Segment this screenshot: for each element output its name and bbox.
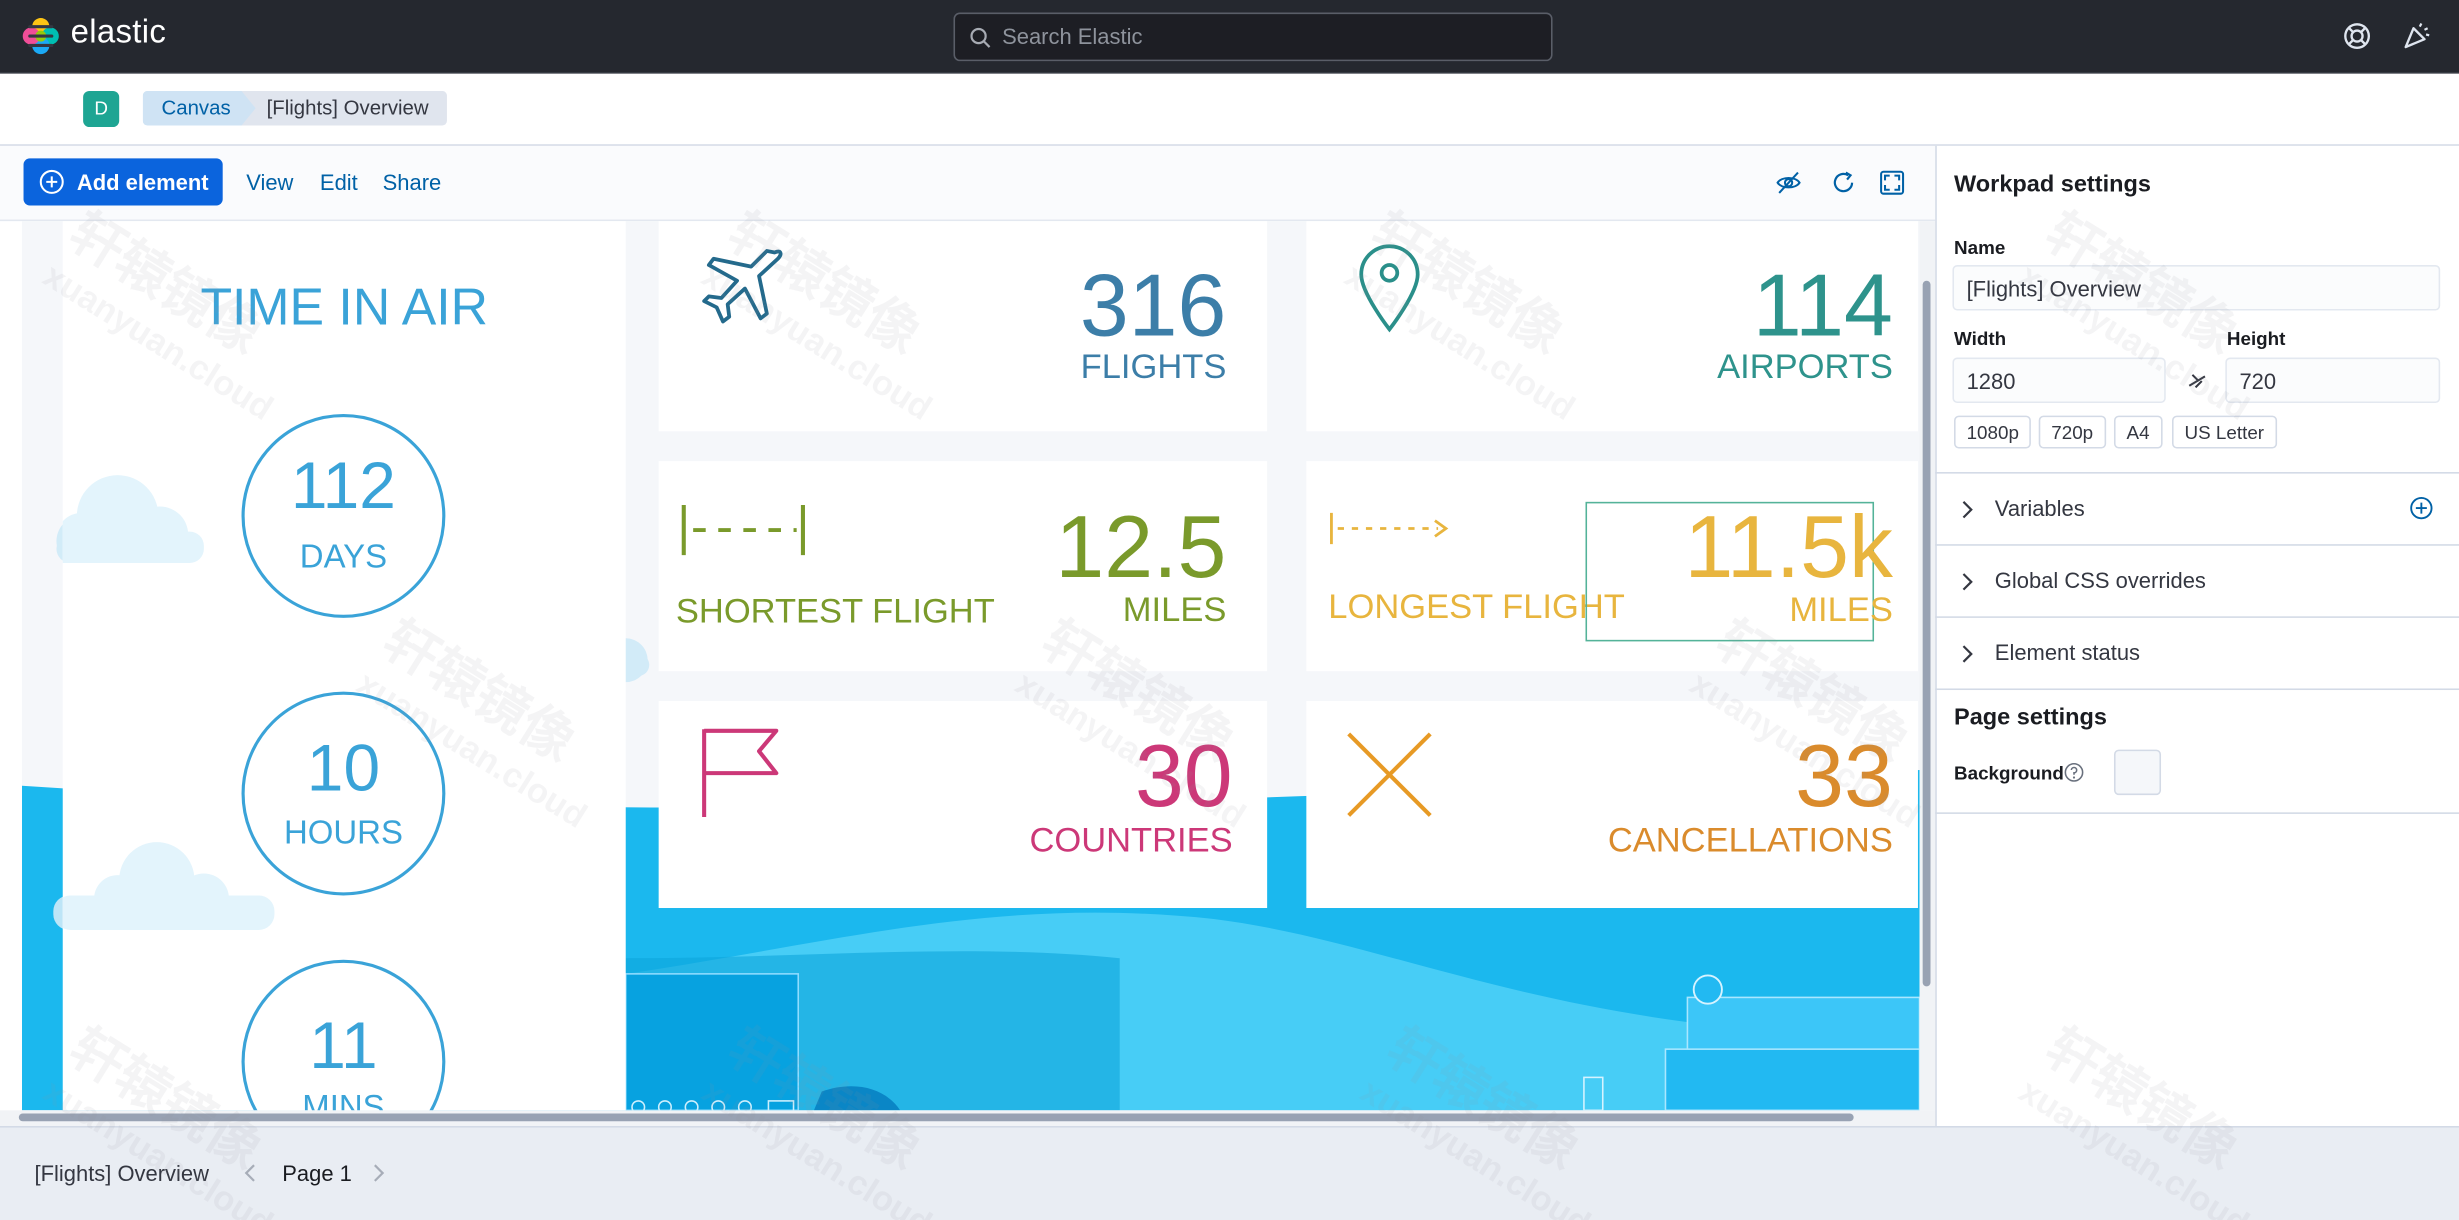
countries-label: COUNTRIES — [1029, 820, 1233, 860]
workpad-settings-title: Workpad settings — [1954, 170, 2151, 198]
global-css-label: Global CSS overrides — [1994, 567, 2206, 593]
global-search[interactable]: Search Elastic — [953, 12, 1553, 62]
airplane-icon — [702, 249, 783, 324]
menu-icon[interactable] — [28, 25, 54, 48]
countries-card[interactable]: 30 COUNTRIES — [658, 701, 1268, 909]
preset-720p[interactable]: 720p — [2038, 415, 2106, 449]
preset-a4[interactable]: A4 — [2113, 415, 2163, 449]
variables-label: Variables — [1994, 495, 2085, 521]
footer-workpad-name: [Flights] Overview — [34, 1160, 209, 1186]
longest-flight-title: LONGEST FLIGHT — [1328, 586, 1625, 626]
cross-icon — [1347, 732, 1432, 817]
help-icon[interactable] — [2341, 20, 2372, 51]
longest-flight-unit: MILES — [1789, 589, 1893, 629]
flag-icon — [702, 728, 779, 818]
preset-1080p[interactable]: 1080p — [1954, 415, 2032, 449]
question-icon[interactable] — [2064, 762, 2084, 782]
height-field[interactable]: 720 — [2225, 357, 2441, 404]
newsfeed-icon[interactable] — [2401, 20, 2432, 51]
chevron-right-icon — [1962, 501, 1973, 519]
flights-label: FLIGHTS — [1080, 346, 1227, 386]
refresh-icon[interactable] — [1830, 169, 1857, 196]
space-avatar[interactable]: D — [83, 90, 120, 128]
preset-us-letter[interactable]: US Letter — [2172, 415, 2277, 449]
airports-card[interactable]: 114 AIRPORTS — [1306, 221, 1918, 432]
variables-section[interactable]: Variables — [1935, 472, 2459, 544]
chevron-right-icon — [1962, 645, 1973, 663]
next-page-icon[interactable] — [370, 1162, 386, 1184]
flights-card[interactable]: 316 FLIGHTS — [658, 221, 1268, 432]
eye-closed-icon[interactable] — [1775, 169, 1802, 196]
name-label: Name — [1954, 236, 2006, 259]
chevron-right-icon — [1962, 573, 1973, 591]
hours-value: 10 — [306, 730, 381, 805]
add-element-button[interactable]: Add element — [23, 158, 223, 206]
page-footer — [0, 1125, 2459, 1220]
days-value: 112 — [290, 448, 396, 523]
long-distance-icon — [1330, 512, 1449, 545]
global-css-section[interactable]: Global CSS overrides — [1935, 544, 2459, 616]
vertical-scrollbar[interactable] — [1919, 221, 1936, 1111]
edit-menu[interactable]: Edit — [320, 169, 358, 194]
longest-flight-card[interactable]: LONGEST FLIGHT 11.5k MILES — [1306, 461, 1918, 672]
element-status-label: Element status — [1994, 639, 2141, 665]
airports-label: AIRPORTS — [1717, 346, 1893, 386]
days-label: DAYS — [299, 539, 388, 576]
map-pin-icon — [1359, 244, 1420, 333]
page-settings-title: Page settings — [1954, 704, 2107, 731]
plus-circle-icon — [39, 169, 64, 194]
hours-label: HOURS — [283, 815, 403, 852]
fullscreen-icon[interactable] — [1879, 169, 1906, 196]
view-menu[interactable]: View — [246, 169, 293, 194]
airports-value: 114 — [1752, 255, 1893, 355]
shortest-flight-title: SHORTEST FLIGHT — [675, 591, 995, 631]
add-variable-icon[interactable] — [2409, 496, 2434, 521]
swap-dimensions-icon[interactable] — [2185, 369, 2210, 394]
background-color-swatch[interactable] — [2113, 749, 2162, 796]
mins-label: MINS — [302, 1089, 385, 1111]
cancellations-label: CANCELLATIONS — [1607, 820, 1893, 860]
workpad-stage[interactable]: TIME IN AIR 112 DAYS 10 HOURS 11 MINS 31… — [21, 221, 1920, 1111]
countries-value: 30 — [1134, 726, 1233, 825]
short-distance-icon — [681, 504, 805, 556]
background-label: Background — [1954, 762, 2064, 785]
height-label: Height — [2226, 327, 2286, 350]
width-field[interactable]: 1280 — [1952, 357, 2166, 404]
cancellations-value: 33 — [1795, 726, 1893, 825]
width-label: Width — [1954, 327, 2007, 350]
element-status-section[interactable]: Element status — [1935, 616, 2459, 688]
add-element-label: Add element — [76, 169, 209, 195]
search-icon — [970, 27, 991, 48]
breadcrumb-workpad: [Flights] Overview — [241, 90, 448, 126]
shortest-flight-card[interactable]: SHORTEST FLIGHT 12.5 MILES — [658, 461, 1268, 672]
share-menu[interactable]: Share — [383, 169, 442, 194]
search-input[interactable]: Search Elastic — [1002, 24, 1142, 49]
name-field[interactable]: [Flights] Overview — [1952, 265, 2441, 311]
mins-value: 11 — [309, 1008, 378, 1083]
brand-name[interactable]: elastic — [71, 14, 167, 52]
longest-flight-value: 11.5k — [1684, 497, 1893, 596]
shortest-flight-unit: MILES — [1122, 589, 1227, 629]
horizontal-scrollbar[interactable] — [0, 1110, 1936, 1126]
page-indicator[interactable]: Page 1 — [282, 1160, 352, 1185]
previous-page-icon[interactable] — [243, 1162, 259, 1184]
time-in-air-title: TIME IN AIR — [200, 277, 488, 336]
shortest-flight-value: 12.5 — [1055, 497, 1227, 596]
cancellations-card[interactable]: 33 CANCELLATIONS — [1306, 701, 1918, 909]
flights-value: 316 — [1079, 255, 1227, 355]
